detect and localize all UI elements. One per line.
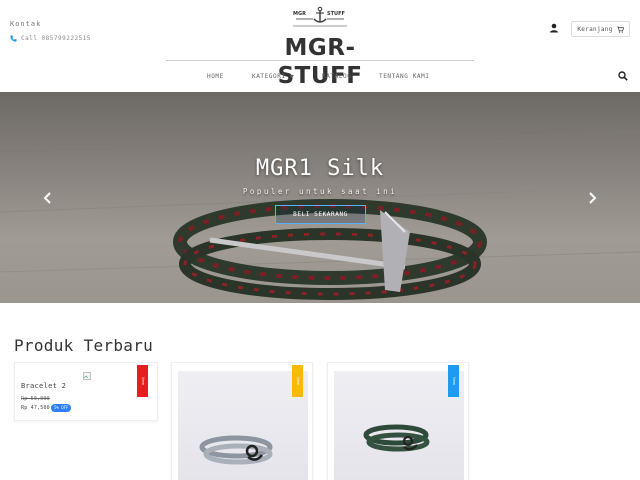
hero-subtitle: Populer untuk saat ini [242, 187, 398, 196]
logo-emblem-left: MGR [293, 11, 306, 17]
new-ribbon: New [448, 365, 459, 397]
product-name[interactable]: Bracelet 2 [21, 382, 66, 390]
logo-emblem-right: STUFF [327, 11, 345, 17]
nav-tentang-kami[interactable]: TENTANG KAMI [379, 70, 430, 84]
discount-badge: 5% OFF [51, 404, 72, 412]
hero-carousel[interactable]: MGR1 Silk Populer untuk saat ini BELI SE… [0, 92, 640, 303]
new-ribbon: New [292, 365, 303, 397]
cart-label: Keranjang [577, 25, 613, 33]
section-title: Produk Terbaru [14, 336, 154, 355]
product-image-graphic [363, 424, 430, 452]
hero-title: MGR1 Silk [255, 156, 385, 181]
hero-background-image [0, 131, 640, 300]
site-logo[interactable]: MGR STUFF MGR-STUFF [244, 6, 396, 89]
new-ribbon-label: New [295, 377, 300, 385]
header-divider [166, 60, 474, 61]
contact-title: Kontak [10, 20, 42, 28]
nav-kategori-label: KATEGORI [252, 73, 286, 80]
cart-button[interactable]: Keranjang [571, 21, 630, 37]
user-icon[interactable] [548, 22, 560, 34]
product-image-graphic [199, 435, 273, 465]
product-image[interactable] [334, 371, 464, 480]
chevron-left-icon[interactable] [43, 192, 53, 204]
new-ribbon-label: New [140, 377, 145, 385]
phone-icon [10, 35, 17, 42]
buy-now-button[interactable]: BELI SEKARANG [275, 205, 366, 224]
contact-phone-text: Call 085799222515 [21, 35, 91, 42]
nav-katalog[interactable]: KATALOG [322, 70, 352, 84]
contact-phone-link[interactable]: Call 085799222515 [10, 35, 91, 42]
new-ribbon: New [137, 365, 148, 397]
main-nav: HOME KATEGORI KATALOG TENTANG KAMI [0, 70, 640, 84]
search-icon[interactable] [618, 71, 628, 81]
broken-image-icon [83, 372, 91, 380]
anchor-icon: MGR STUFF [293, 6, 347, 27]
product-card[interactable]: New [327, 362, 469, 480]
nav-home[interactable]: HOME [207, 70, 224, 84]
cart-icon [617, 26, 624, 33]
product-image[interactable] [178, 371, 308, 480]
nav-kategori[interactable]: KATEGORI [252, 70, 294, 84]
product-card[interactable]: Bracelet 2 Rp 50,000 Rp 47,500 5% OFF Ne… [14, 362, 158, 421]
product-card[interactable]: New [171, 362, 313, 480]
new-ribbon-label: New [451, 377, 456, 385]
contact-block: Kontak Call 085799222515 [10, 20, 91, 42]
site-header: Kontak Call 085799222515 MGR STUFF MGR-S… [0, 0, 640, 92]
chevron-right-icon[interactable] [587, 192, 597, 204]
product-old-price: Rp 50,000 [21, 396, 50, 402]
caret-down-icon [289, 75, 294, 78]
product-price: Rp 47,500 [21, 405, 50, 411]
